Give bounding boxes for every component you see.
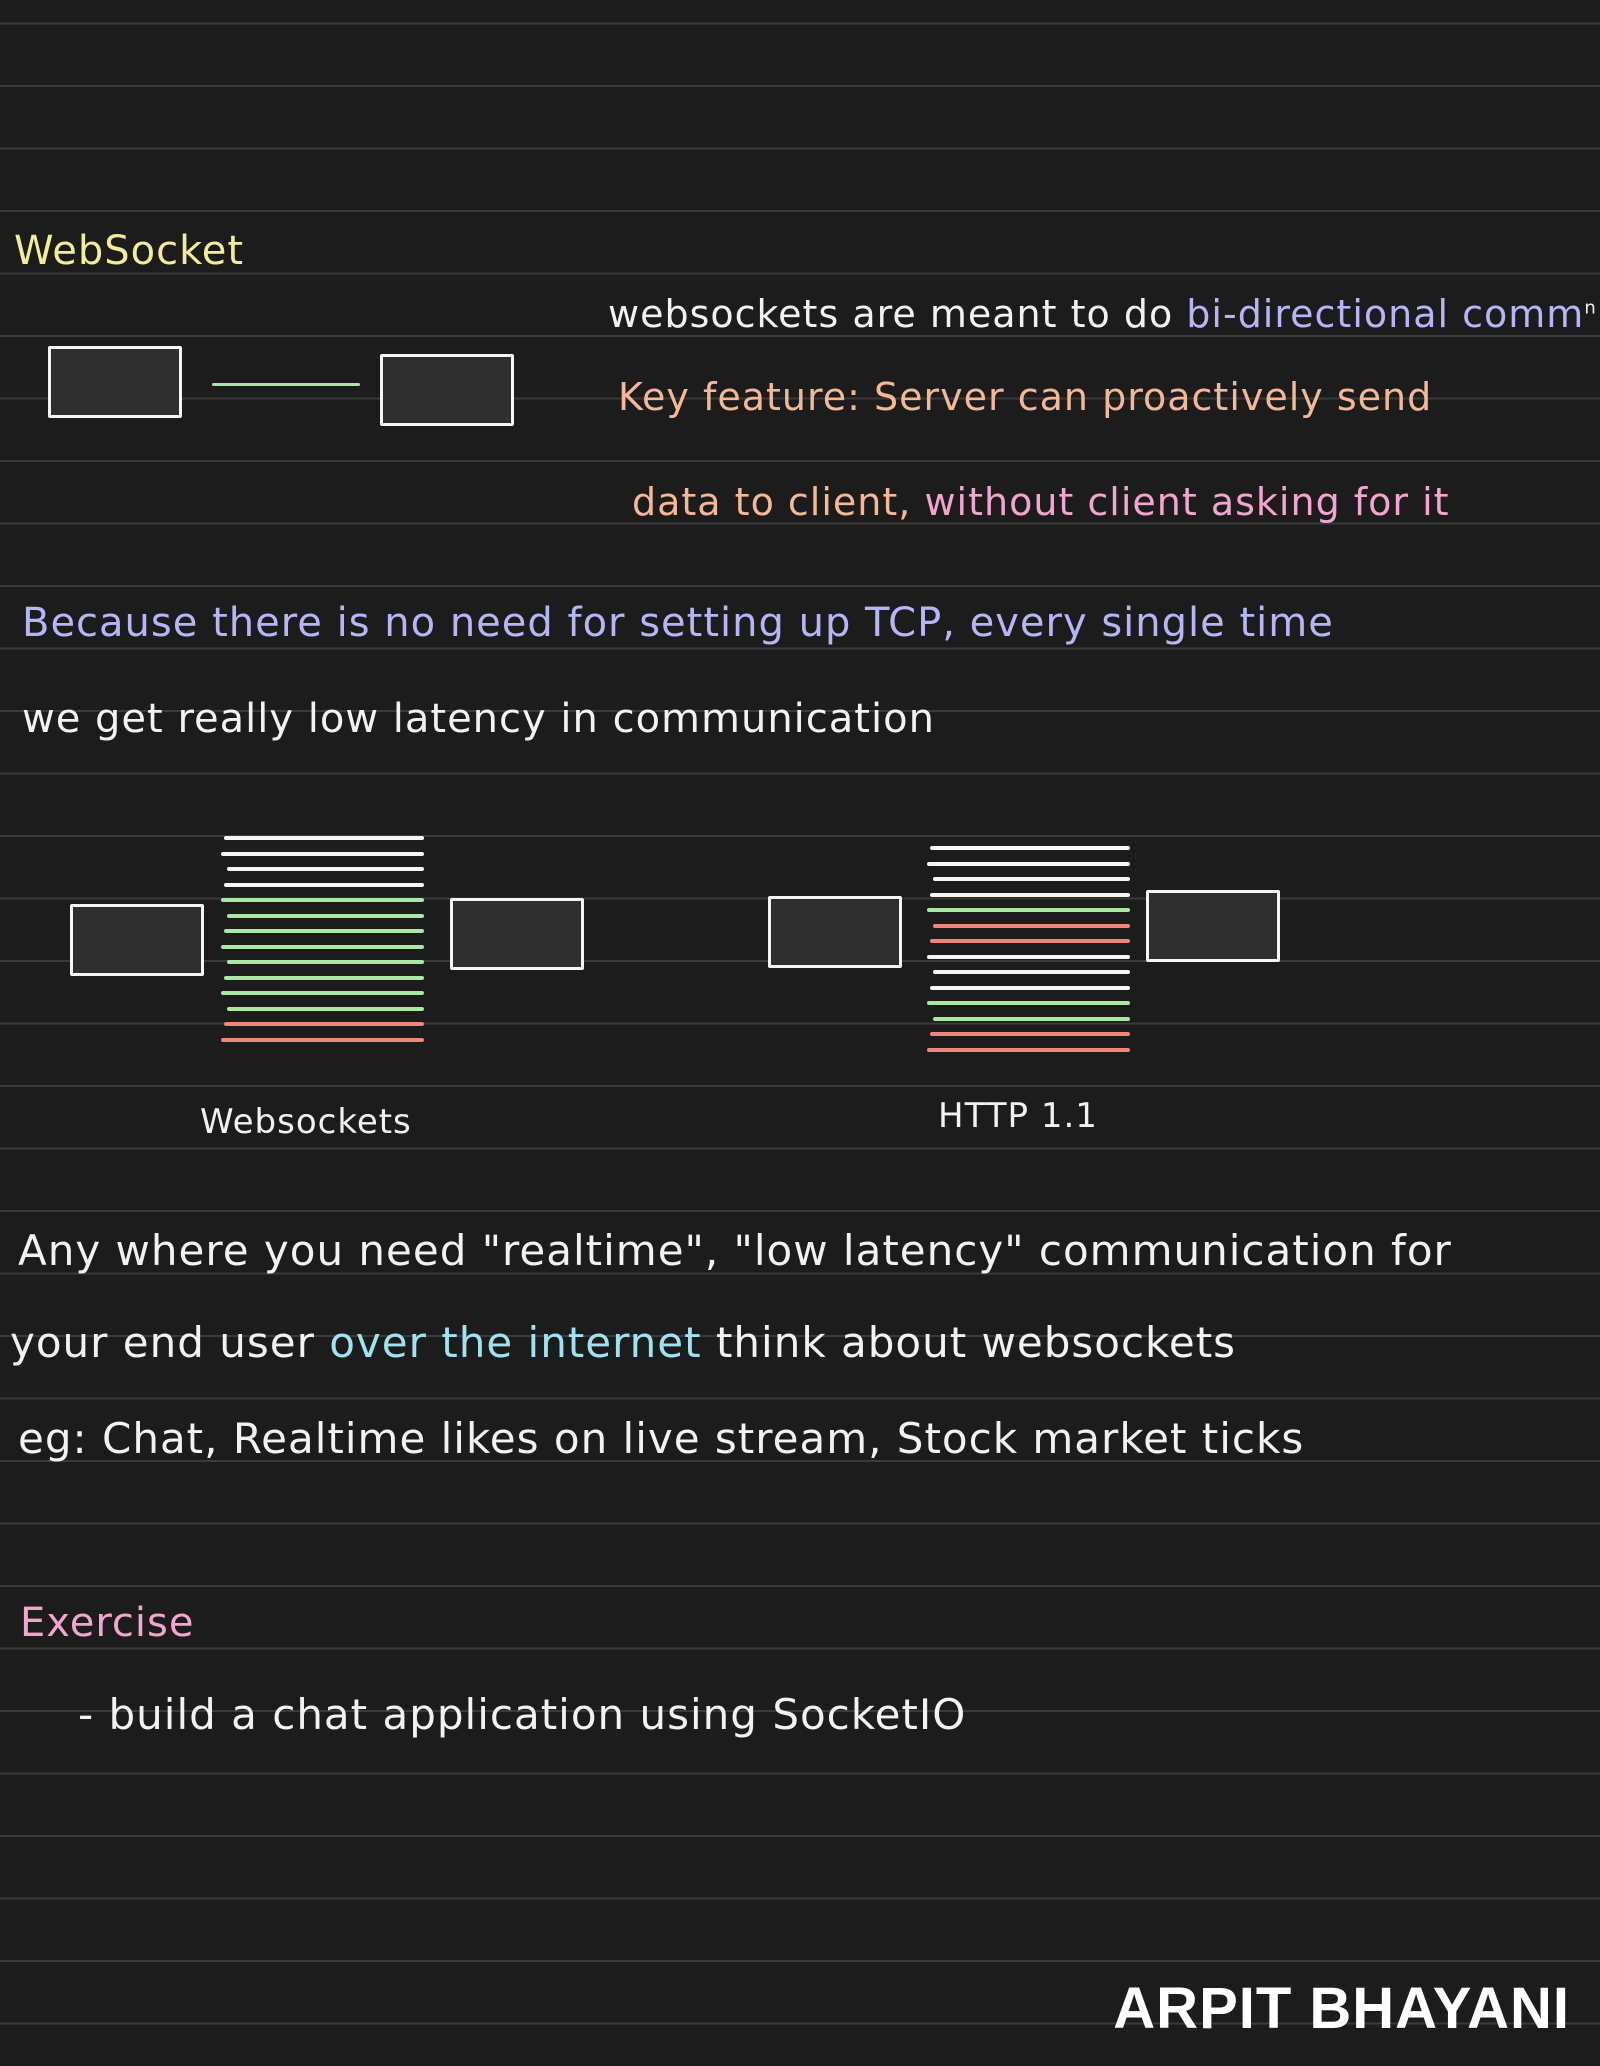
message-line [930, 939, 1130, 943]
message-line [927, 1001, 1130, 1005]
message-line [930, 892, 1130, 897]
usage-line-2: your end user over the internet think ab… [10, 1318, 1236, 1367]
websockets-caption: Websockets [200, 1102, 412, 1142]
usage-examples: eg: Chat, Realtime likes on live stream,… [18, 1414, 1305, 1463]
usage-highlight: over the internet [329, 1318, 702, 1367]
exercise-title: Exercise [20, 1600, 195, 1646]
message-line [227, 1006, 424, 1011]
latency-note-line-2: we get really low latency in communicati… [22, 696, 935, 742]
message-line [227, 867, 424, 871]
http-server-box [1146, 890, 1280, 962]
desc-pink: without client asking for it [924, 480, 1450, 524]
message-line [224, 882, 424, 887]
message-line [224, 929, 424, 933]
message-line [930, 1032, 1130, 1036]
page-title: WebSocket [14, 228, 245, 274]
websocket-description-line-3: data to client, without client asking fo… [632, 480, 1450, 524]
message-line [927, 1047, 1130, 1052]
message-line [927, 908, 1130, 912]
desc-peach: data to client, [632, 480, 912, 524]
message-line [221, 944, 424, 949]
client-box [48, 346, 182, 418]
message-line [221, 851, 424, 856]
message-line [221, 898, 424, 902]
desc-plain: websockets are meant to do [608, 292, 1174, 336]
message-line [933, 970, 1130, 974]
message-line [227, 960, 424, 964]
message-line [224, 836, 424, 840]
message-line [221, 991, 424, 995]
message-line [933, 1016, 1130, 1021]
author-brand: ARPIT BHAYANI [1113, 1976, 1570, 2041]
message-line [933, 923, 1130, 928]
usage-plain-b: think about websockets [715, 1318, 1237, 1367]
server-box [380, 354, 514, 426]
message-line [224, 1022, 424, 1026]
usage-line-1: Any where you need "realtime", "low late… [18, 1226, 1452, 1275]
latency-note-line-1: Because there is no need for setting up … [22, 600, 1334, 646]
message-line [221, 1037, 424, 1042]
message-line [227, 913, 424, 918]
message-line [927, 954, 1130, 959]
message-line [930, 985, 1130, 990]
message-line [927, 861, 1130, 866]
message-line [933, 877, 1130, 881]
desc-superscript: n [1584, 297, 1597, 319]
websockets-message-stack [221, 836, 424, 1053]
websocket-description-line-1: websockets are meant to do bi-directiona… [608, 292, 1597, 336]
desc-highlight: bi-directional comm [1186, 292, 1585, 336]
message-line [930, 846, 1130, 850]
message-line [224, 975, 424, 980]
exercise-item: - build a chat application using SocketI… [78, 1690, 967, 1739]
connection-line [212, 383, 360, 386]
websocket-description-line-2: Key feature: Server can proactively send [618, 375, 1433, 419]
ws-server-box [450, 898, 584, 970]
http-message-stack [927, 846, 1130, 1063]
http-client-box [768, 896, 902, 968]
ws-client-box [70, 904, 204, 976]
http-caption: HTTP 1.1 [938, 1096, 1098, 1136]
usage-plain-a: your end user [10, 1318, 315, 1367]
